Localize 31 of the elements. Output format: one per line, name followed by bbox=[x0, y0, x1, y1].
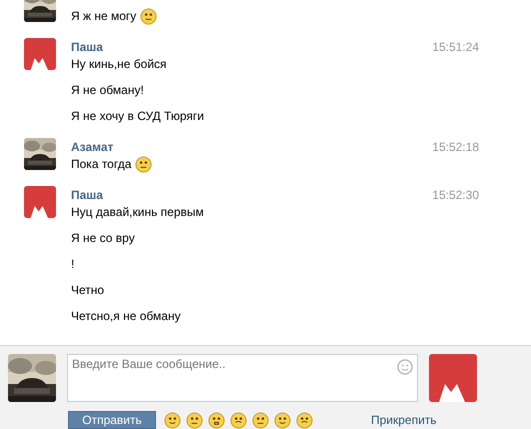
send-button[interactable]: Отправить bbox=[68, 411, 156, 429]
message-text: Пока тогда bbox=[71, 157, 132, 171]
author-name[interactable]: Паша bbox=[71, 188, 103, 202]
message-time: 15:51:24 bbox=[432, 40, 479, 54]
avatar-icon bbox=[429, 354, 477, 402]
author-name[interactable]: Азамат bbox=[71, 140, 114, 154]
avatar-icon bbox=[24, 38, 56, 70]
attach-link[interactable]: Прикрепить bbox=[371, 413, 437, 427]
smiley-icon[interactable] bbox=[252, 412, 269, 428]
message-text: ! bbox=[71, 257, 74, 271]
smiley-icon[interactable] bbox=[230, 412, 247, 428]
author-name[interactable]: Паша bbox=[71, 40, 103, 54]
smiley-icon[interactable] bbox=[140, 8, 158, 24]
message-time: 15:52:18 bbox=[432, 140, 479, 154]
message-text: Я не хочу в СУД Тюряги bbox=[71, 109, 204, 123]
message-text: Четно bbox=[71, 283, 104, 297]
message-time: 15:52:30 bbox=[432, 188, 479, 202]
message-text: Четсно,я не обману bbox=[71, 309, 181, 323]
message-field[interactable]: Введите Ваше сообщение.. bbox=[67, 354, 418, 402]
message-text: Ну кинь,не бойся bbox=[71, 57, 167, 71]
avatar-icon bbox=[24, 186, 56, 218]
message-text: Нуц давай,кинь первым bbox=[71, 205, 204, 219]
message-text: Я не со вру bbox=[71, 231, 135, 245]
smiley-icon[interactable] bbox=[274, 412, 291, 428]
smiley-icon[interactable] bbox=[186, 412, 203, 428]
smiley-icon[interactable] bbox=[208, 412, 225, 428]
smiley-icon[interactable] bbox=[164, 412, 181, 428]
smiley-icon[interactable] bbox=[296, 412, 313, 428]
smiley-icon[interactable] bbox=[135, 156, 152, 172]
message-text: Я ж не могу bbox=[71, 9, 136, 23]
message-text: Я не обману! bbox=[71, 83, 144, 97]
